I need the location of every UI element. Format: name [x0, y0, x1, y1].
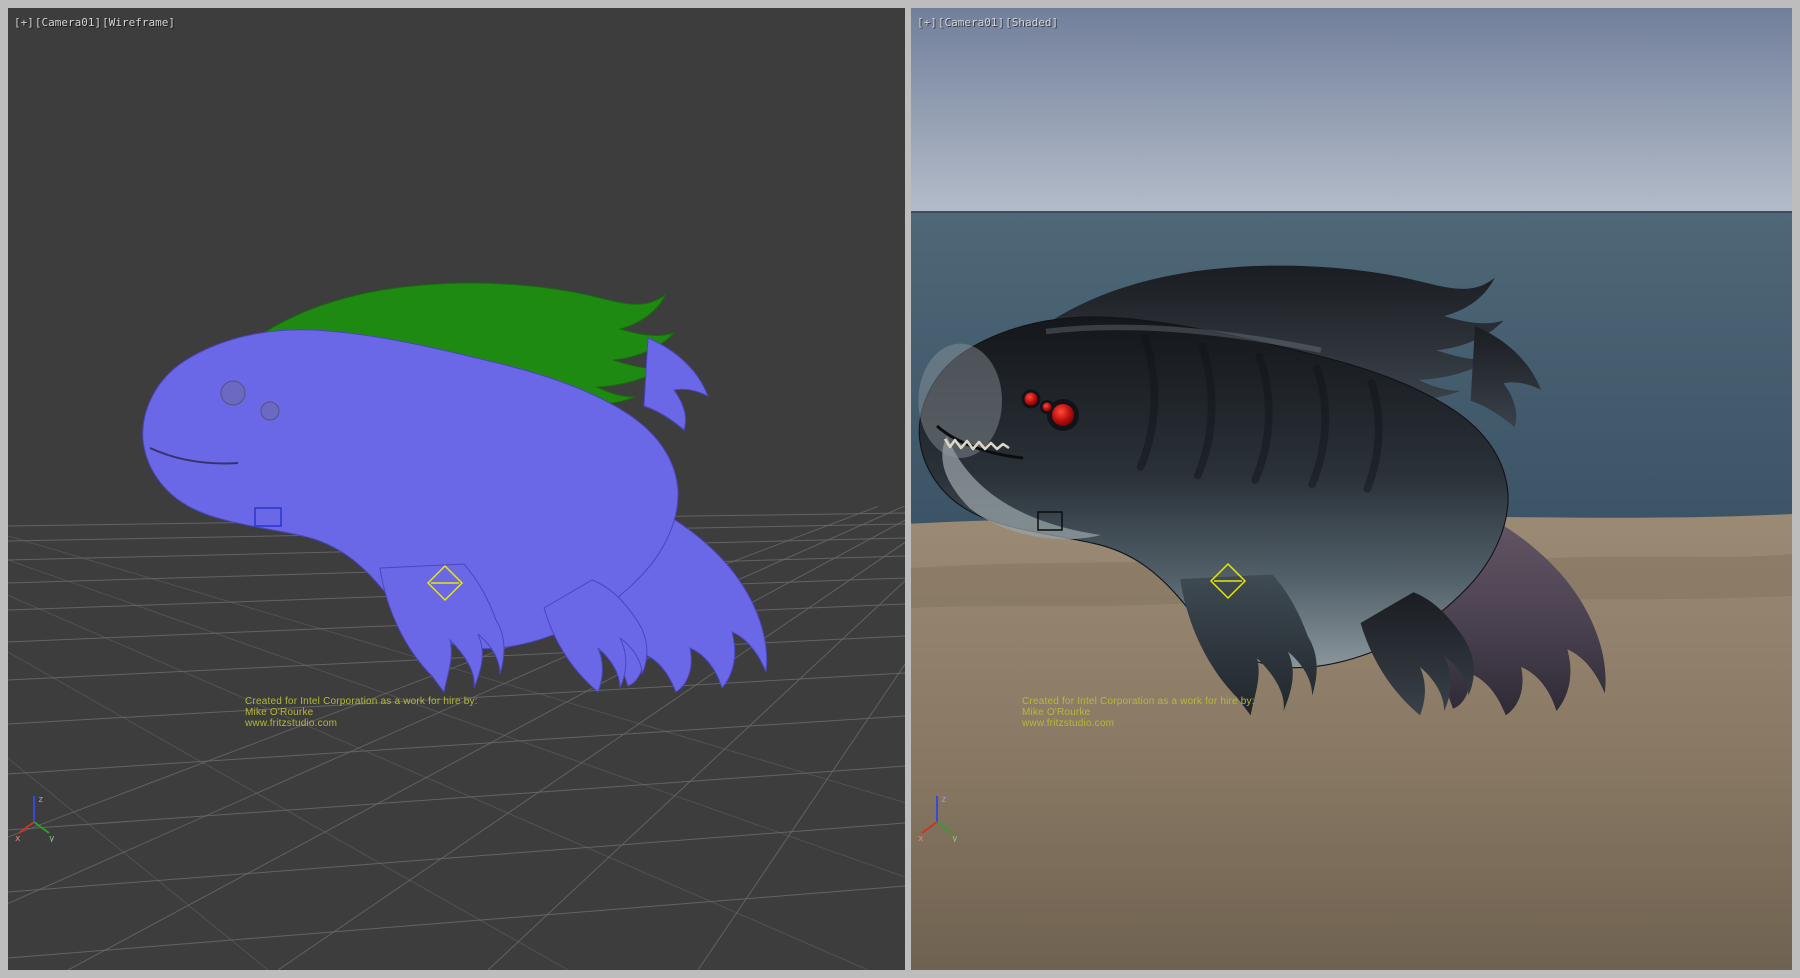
axis-z-label: z	[941, 795, 946, 805]
wireframe-scene[interactable]	[8, 8, 905, 970]
axis-y-label: y	[952, 834, 958, 842]
viewport-menu-general[interactable]: [+]	[917, 16, 937, 29]
viewport-menu-camera[interactable]: [Camera01]	[938, 16, 1004, 29]
axis-y-label: y	[49, 834, 55, 842]
sky	[911, 8, 1792, 211]
fish-eye-third	[1043, 403, 1052, 412]
credit-line-2: Mike O'Rourke	[1022, 707, 1255, 718]
credit-line-1: Created for Intel Corporation as a work …	[245, 696, 478, 707]
viewport-label: [+] [Camera01] [Shaded]	[917, 16, 1058, 29]
credit-line-1: Created for Intel Corporation as a work …	[1022, 696, 1255, 707]
viewport-shaded[interactable]: [+] [Camera01] [Shaded]	[911, 8, 1792, 970]
credit-line-2: Mike O'Rourke	[245, 707, 478, 718]
scene-credit-text: Created for Intel Corporation as a work …	[1022, 696, 1255, 729]
viewport-wireframe[interactable]: [+] [Camera01] [Wireframe]	[8, 8, 905, 970]
shaded-scene[interactable]	[911, 8, 1792, 970]
fish-model[interactable]	[143, 283, 767, 692]
viewport-menu-shading[interactable]: [Wireframe]	[102, 16, 175, 29]
axis-x-label: x	[15, 834, 21, 842]
fish-eye-main	[1052, 404, 1074, 426]
credit-line-3: www.fritzstudio.com	[1022, 718, 1255, 729]
fish-eye-outline	[221, 381, 245, 405]
viewport-label: [+] [Camera01] [Wireframe]	[14, 16, 175, 29]
credit-line-3: www.fritzstudio.com	[245, 718, 478, 729]
axis-x-label: x	[918, 834, 924, 842]
viewport-menu-shading[interactable]: [Shaded]	[1005, 16, 1058, 29]
application-frame: [+] [Camera01] [Wireframe]	[0, 0, 1800, 978]
fish-eye-outline-small	[261, 402, 279, 420]
viewport-menu-general[interactable]: [+]	[14, 16, 34, 29]
scene-credit-text: Created for Intel Corporation as a work …	[245, 696, 478, 729]
axis-tripod: z x y	[917, 790, 961, 842]
horizon-line	[911, 211, 1792, 213]
fish-rear-spikes	[644, 338, 708, 430]
axis-z-label: z	[38, 795, 43, 805]
fish-eye-second	[1025, 393, 1038, 406]
viewport-menu-camera[interactable]: [Camera01]	[35, 16, 101, 29]
axis-tripod: z x y	[14, 790, 58, 842]
